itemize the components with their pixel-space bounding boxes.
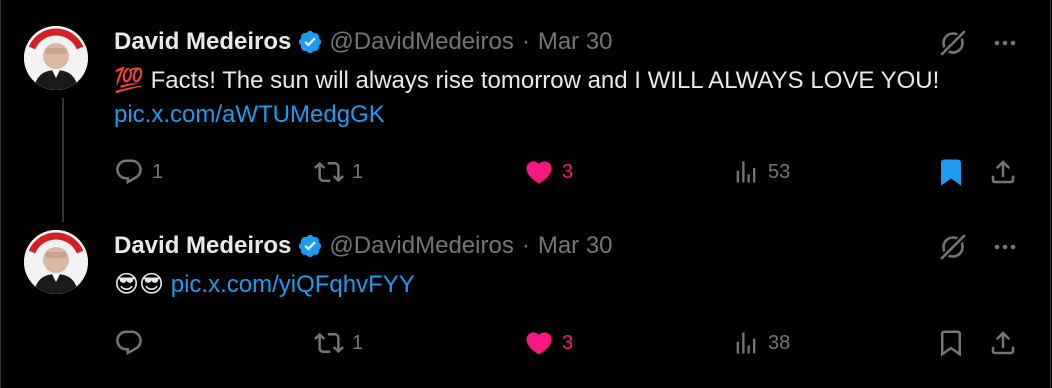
author-name[interactable]: David Medeiros bbox=[114, 28, 291, 56]
tweet-body: Facts! The sun will always rise tomorrow… bbox=[150, 67, 940, 94]
reply-button[interactable] bbox=[114, 326, 144, 360]
verified-badge-icon[interactable] bbox=[297, 29, 323, 55]
retweet-icon bbox=[314, 332, 344, 354]
like-count: 3 bbox=[562, 160, 574, 183]
grok-icon[interactable] bbox=[938, 28, 968, 63]
retweet-icon bbox=[314, 161, 344, 183]
share-button[interactable] bbox=[988, 326, 1018, 360]
timeline: David Medeiros @DavidMedeiros · Mar 30 💯… bbox=[0, 0, 1052, 388]
separator: · bbox=[521, 232, 530, 259]
share-icon bbox=[991, 331, 1015, 355]
verified-badge-icon[interactable] bbox=[297, 233, 323, 259]
avatar[interactable] bbox=[24, 230, 88, 294]
heart-icon bbox=[526, 161, 552, 184]
reply-button[interactable]: 1 bbox=[114, 155, 163, 189]
tweet-text: 😎😎 pic.x.com/yiQFqhvFYY bbox=[114, 268, 1020, 302]
reply-count: 1 bbox=[152, 160, 164, 183]
views-icon bbox=[736, 332, 756, 354]
tweet-header: David Medeiros @DavidMedeiros · Mar 30 bbox=[114, 231, 613, 261]
retweet-count: 1 bbox=[352, 331, 364, 354]
author-handle[interactable]: @DavidMedeiros bbox=[329, 28, 513, 56]
reply-icon bbox=[116, 159, 142, 185]
share-button[interactable] bbox=[988, 155, 1018, 189]
media-link[interactable]: pic.x.com/yiQFqhvFYY bbox=[171, 271, 415, 298]
avatar[interactable] bbox=[24, 26, 88, 90]
views-count: 53 bbox=[768, 160, 791, 183]
tweet-text: 💯 Facts! The sun will always rise tomorr… bbox=[114, 64, 1020, 132]
share-icon bbox=[991, 160, 1015, 184]
tweet-date[interactable]: Mar 30 bbox=[538, 28, 613, 56]
tweet-header: David Medeiros @DavidMedeiros · Mar 30 bbox=[114, 27, 613, 57]
like-button[interactable]: 3 bbox=[524, 155, 573, 189]
hundred-points-emoji: 💯 bbox=[114, 67, 144, 94]
views-count: 38 bbox=[768, 331, 791, 354]
thread-connector bbox=[62, 98, 64, 222]
more-icon[interactable] bbox=[992, 30, 1018, 61]
bookmark-icon bbox=[941, 330, 961, 357]
media-link[interactable]: pic.x.com/aWTUMedgGK bbox=[114, 101, 385, 128]
author-handle[interactable]: @DavidMedeiros bbox=[329, 232, 513, 260]
retweet-button[interactable]: 1 bbox=[314, 155, 363, 189]
grok-icon[interactable] bbox=[938, 232, 968, 267]
more-icon[interactable] bbox=[992, 234, 1018, 265]
like-button[interactable]: 3 bbox=[524, 326, 573, 360]
separator: · bbox=[521, 28, 530, 55]
author-name[interactable]: David Medeiros bbox=[114, 232, 291, 260]
views-button[interactable]: 38 bbox=[732, 326, 790, 360]
tweet-actions: 1 1 3 53 bbox=[114, 155, 1020, 189]
bookmark-icon bbox=[941, 159, 961, 186]
tweet-top-actions bbox=[938, 232, 1018, 267]
views-icon bbox=[736, 161, 756, 183]
like-count: 3 bbox=[562, 331, 574, 354]
retweet-count: 1 bbox=[352, 160, 364, 183]
heart-icon bbox=[526, 332, 552, 355]
tweet-date[interactable]: Mar 30 bbox=[538, 232, 613, 260]
tweet[interactable]: David Medeiros @DavidMedeiros · Mar 30 😎… bbox=[0, 224, 1050, 388]
bookmark-button[interactable] bbox=[936, 326, 966, 360]
tweet[interactable]: David Medeiros @DavidMedeiros · Mar 30 💯… bbox=[0, 0, 1050, 224]
retweet-button[interactable]: 1 bbox=[314, 326, 363, 360]
tweet-top-actions bbox=[938, 28, 1018, 63]
views-button[interactable]: 53 bbox=[732, 155, 790, 189]
bookmark-button[interactable] bbox=[936, 155, 966, 189]
reply-icon bbox=[116, 330, 142, 356]
sunglasses-emoji: 😎😎 bbox=[114, 271, 165, 298]
tweet-actions: 1 3 38 bbox=[114, 326, 1020, 360]
